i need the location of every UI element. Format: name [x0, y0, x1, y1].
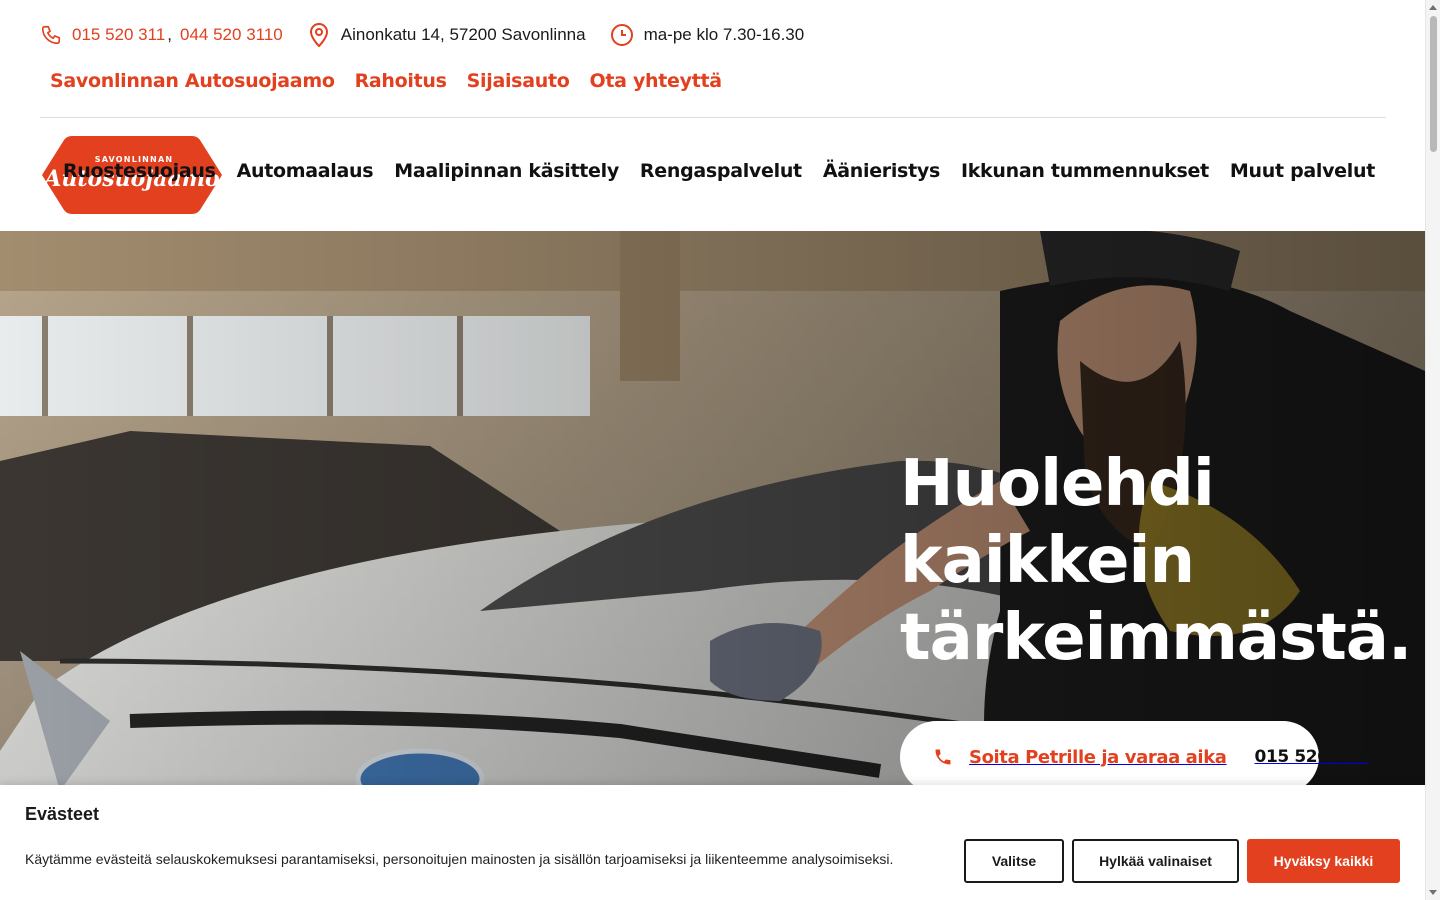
clock-icon: [610, 23, 634, 47]
secondary-nav: Savonlinnan Autosuojaamo Rahoitus Sijais…: [50, 70, 742, 92]
phone-separator: ,: [167, 25, 173, 44]
contact-bar: 015 520 311 , 044 520 3110 Ainonkatu 14,…: [40, 18, 828, 52]
phone-solid-icon: [933, 747, 953, 767]
nav-item-aanieristys[interactable]: Äänieristys: [823, 160, 940, 182]
page-scrollbar[interactable]: [1425, 0, 1440, 900]
cookie-title: Evästeet: [25, 804, 100, 824]
main-nav: Ruostesuojaus Automaalaus Maalipinnan kä…: [42, 160, 1375, 182]
nav-item-maalipinnan-kasittely[interactable]: Maalipinnan käsittely: [394, 160, 619, 182]
cookie-accept-button[interactable]: Hyväksy kaikki: [1247, 839, 1400, 883]
phone-link-2[interactable]: 044 520 3110: [180, 25, 283, 45]
nav-item-ruostesuojaus[interactable]: Ruostesuojaus: [63, 160, 216, 182]
cookie-reject-button[interactable]: Hylkää valinaiset: [1072, 839, 1239, 883]
cookie-choose-button[interactable]: Valitse: [964, 839, 1064, 883]
subnav-item-savonlinnan-autosuojaamo[interactable]: Savonlinnan Autosuojaamo: [50, 70, 335, 92]
header-divider: [40, 117, 1386, 118]
address-group: Ainonkatu 14, 57200 Savonlinna: [307, 22, 586, 48]
scroll-thumb[interactable]: [1430, 16, 1437, 152]
headline-line-2: kaikkein: [900, 524, 1195, 598]
nav-item-automaalaus[interactable]: Automaalaus: [237, 160, 374, 182]
cookie-banner: Evästeet Käytämme evästeitä selauskokemu…: [0, 785, 1425, 900]
subnav-item-ota-yhteytta[interactable]: Ota yhteyttä: [589, 70, 722, 92]
call-cta-button[interactable]: Soita Petrille ja varaa aika 015 520 311: [900, 721, 1369, 793]
subnav-item-rahoitus[interactable]: Rahoitus: [355, 70, 447, 92]
hero-headline: Huolehdi kaikkein tärkeimmästä.: [900, 446, 1412, 677]
phone-group: 015 520 311 , 044 520 3110: [40, 24, 283, 46]
hours-group: ma-pe klo 7.30-16.30: [610, 23, 805, 47]
nav-item-rengaspalvelut[interactable]: Rengaspalvelut: [640, 160, 802, 182]
cta-number: 015 520 311: [1254, 747, 1369, 767]
address-text: Ainonkatu 14, 57200 Savonlinna: [340, 25, 586, 44]
cta-label: Soita Petrille ja varaa aika: [969, 746, 1227, 768]
scroll-down-arrow-icon[interactable]: [1429, 890, 1437, 895]
headline-line-3: tärkeimmästä.: [900, 601, 1412, 675]
nav-item-muut-palvelut[interactable]: Muut palvelut: [1230, 160, 1375, 182]
phone-icon: [40, 24, 62, 46]
subnav-item-sijaisauto[interactable]: Sijaisauto: [467, 70, 570, 92]
scroll-up-arrow-icon[interactable]: [1429, 5, 1437, 10]
headline-line-1: Huolehdi: [900, 447, 1215, 521]
phone-link-1[interactable]: 015 520 311: [72, 25, 165, 45]
hours-text: ma-pe klo 7.30-16.30: [643, 25, 805, 44]
nav-item-ikkunan-tummennukset[interactable]: Ikkunan tummennukset: [961, 160, 1209, 182]
location-pin-icon: [307, 22, 331, 48]
cookie-text: Käytämme evästeitä selauskokemuksesi par…: [25, 851, 894, 867]
